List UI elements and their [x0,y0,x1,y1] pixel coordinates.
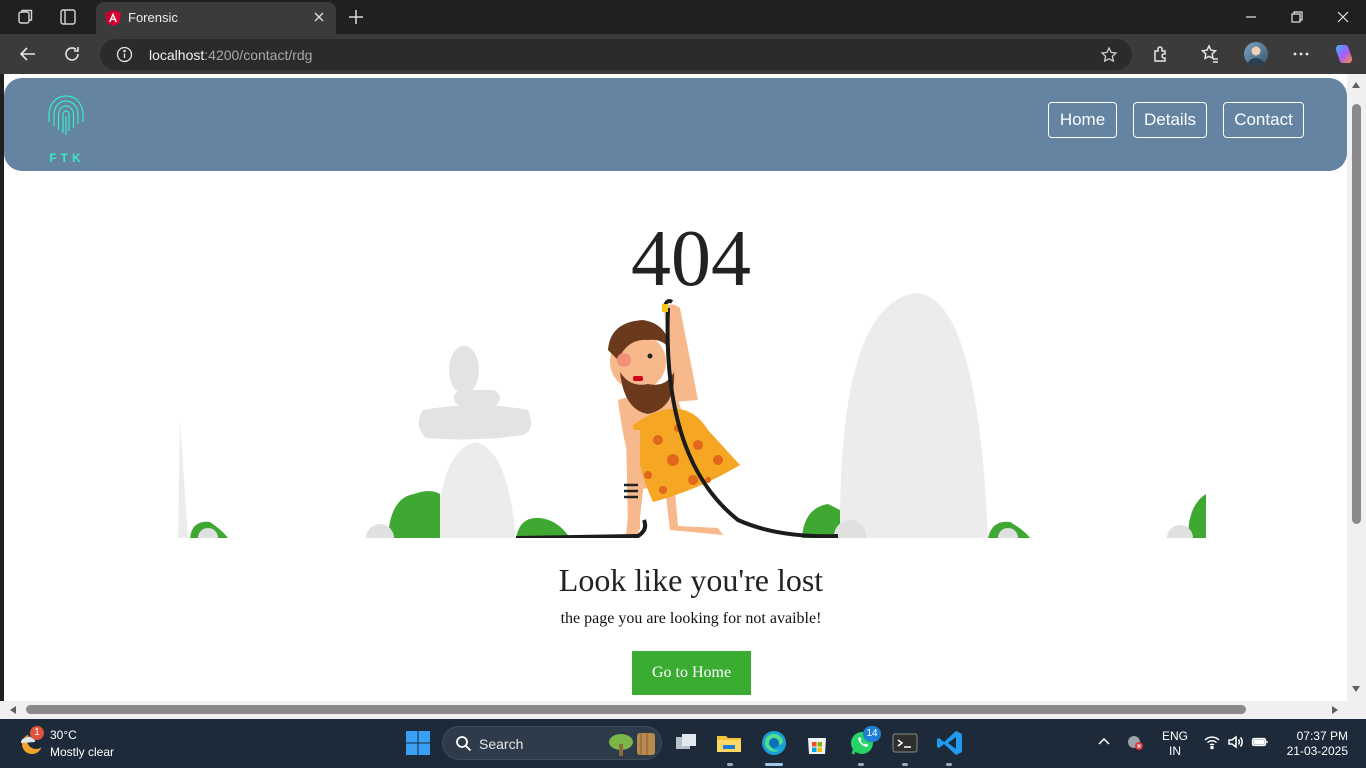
vertical-tabs-icon[interactable] [58,7,78,27]
weather-notification-badge: 1 [30,726,44,740]
weather-temperature[interactable]: 30°C [50,728,77,742]
profile-avatar[interactable] [1244,42,1268,66]
search-icon [456,736,472,752]
extensions-icon[interactable] [1150,43,1172,65]
search-label: Search [479,736,524,752]
favorites-icon[interactable] [1199,43,1221,65]
site-info-icon[interactable] [116,46,133,63]
browser-toolbar: localhost:4200/contact/rdg [0,34,1366,74]
windows-taskbar: 1 30°C Mostly clear Search 14 ENG IN 07:3… [0,719,1366,768]
tab-forensic[interactable]: Forensic [96,2,336,34]
terminal-icon[interactable] [890,728,920,758]
more-menu-icon[interactable] [1290,43,1312,65]
wifi-icon[interactable] [1203,733,1221,751]
vertical-scroll-thumb[interactable] [1352,104,1361,524]
whatsapp-badge: 14 [863,726,881,742]
weather-condition[interactable]: Mostly clear [50,745,114,759]
explorer-running-indicator [727,763,733,766]
url-text: localhost:4200/contact/rdg [149,47,313,63]
fingerprint-logo-icon[interactable] [44,92,88,140]
lost-subtitle: the page you are looking for not avaible… [560,610,822,627]
tab-title: Forensic [128,10,178,25]
vscode-running-indicator [946,763,952,766]
show-hidden-icons-icon[interactable] [1095,733,1113,751]
scroll-down-icon[interactable] [1352,686,1360,692]
scroll-up-icon[interactable] [1352,82,1360,88]
close-window-icon[interactable] [1334,8,1352,26]
scroll-left-icon[interactable] [10,706,16,714]
volume-icon[interactable] [1226,733,1244,751]
nav-contact-button[interactable]: Contact [1223,102,1304,138]
logo-text: FTK [49,151,85,165]
restore-icon[interactable] [1288,8,1306,26]
site-header: FTK Home Details Contact [4,78,1347,171]
new-tab-icon[interactable] [346,7,366,27]
browser-tab-strip: Forensic [0,0,1366,34]
horizontal-scroll-thumb[interactable] [26,705,1246,714]
edge-browser-icon[interactable] [759,728,789,758]
minimize-icon[interactable] [1242,8,1260,26]
person-icon [1247,46,1265,66]
close-tab-icon[interactable] [312,10,326,24]
address-bar[interactable]: localhost:4200/contact/rdg [100,39,1132,70]
page-viewport: FTK Home Details Contact 404 Look like y… [4,74,1347,701]
lost-caveman-illustration [178,293,1206,538]
taskbar-search-box[interactable]: Search [442,726,662,760]
task-view-icon[interactable] [671,728,701,758]
angular-icon [105,10,121,26]
vertical-scrollbar[interactable] [1347,74,1366,701]
system-clock[interactable]: 07:37 PM 21-03-2025 [1280,729,1348,759]
language-indicator[interactable]: ENG IN [1162,729,1188,759]
workspaces-icon[interactable] [16,7,36,27]
windows-start-icon[interactable] [403,728,433,758]
nav-home-button[interactable]: Home [1048,102,1117,138]
search-highlight-icon [609,733,655,756]
edge-active-indicator [765,763,783,766]
whatsapp-running-indicator [858,763,864,766]
vscode-icon[interactable] [935,728,965,758]
refresh-icon[interactable] [61,43,83,65]
favorite-star-icon[interactable] [1100,46,1118,64]
horizontal-scrollbar[interactable] [0,701,1347,719]
microsoft-store-icon[interactable] [802,728,832,758]
nav-details-button[interactable]: Details [1133,102,1207,138]
lost-title: Look like you're lost [558,562,824,598]
back-icon[interactable] [17,43,39,65]
battery-icon[interactable] [1251,733,1269,751]
network-alert-icon[interactable] [1126,733,1144,751]
terminal-running-indicator [902,763,908,766]
copilot-icon[interactable] [1332,43,1354,65]
file-explorer-icon[interactable] [714,728,744,758]
scrollbar-corner [1347,701,1366,719]
go-home-button[interactable]: Go to Home [632,651,751,695]
scroll-right-icon[interactable] [1332,706,1338,714]
